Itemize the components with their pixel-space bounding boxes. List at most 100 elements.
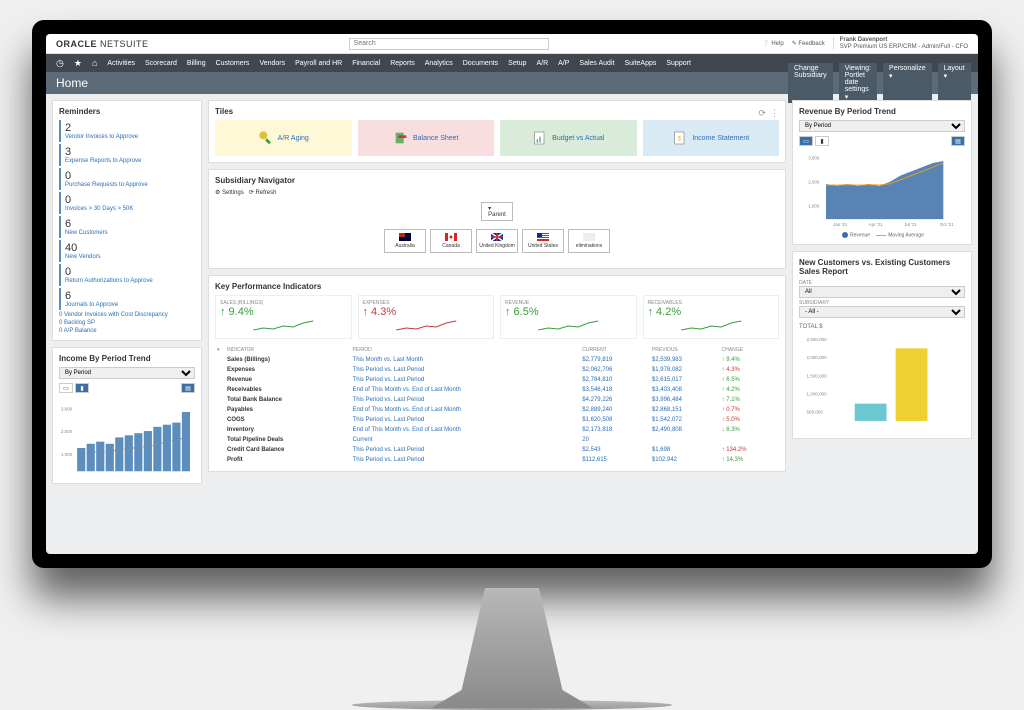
chart-legend-toggle[interactable]: ▤ bbox=[951, 136, 965, 146]
chart-type-bar[interactable]: ▮ bbox=[815, 136, 829, 146]
svg-text:1,000,000: 1,000,000 bbox=[807, 392, 828, 397]
customers-sales-portlet: New Customers vs. Existing Customers Sal… bbox=[792, 251, 972, 439]
tile-ar-aging[interactable]: A/R Aging bbox=[215, 120, 352, 156]
kpi-row[interactable]: Total Bank BalanceThis Period vs. Last P… bbox=[215, 395, 779, 405]
kpi-summary-card: RECEIVABLES↑ 4.2% bbox=[643, 295, 780, 339]
reminders-portlet: Reminders 2Vendor Invoices to Approve3Ex… bbox=[52, 100, 202, 341]
svg-text:1,000: 1,000 bbox=[808, 204, 820, 209]
nav-payroll-hr[interactable]: Payroll and HR bbox=[295, 60, 342, 67]
refresh-icon[interactable]: ⟳ bbox=[758, 108, 766, 119]
subsidiary-node[interactable]: United States bbox=[522, 229, 564, 253]
svg-text:2,000,000: 2,000,000 bbox=[807, 355, 828, 360]
nav-customers[interactable]: Customers bbox=[216, 60, 250, 67]
subsidiary-node[interactable]: United Kingdom bbox=[476, 229, 518, 253]
revenue-trend-portlet: Revenue By Period Trend By Period ▭ ▮ ▤ … bbox=[792, 100, 972, 245]
kpi-row[interactable]: InventoryEnd of This Month vs. End of La… bbox=[215, 425, 779, 435]
customers-sales-title: New Customers vs. Existing Customers Sal… bbox=[799, 258, 965, 276]
tile-income-statement[interactable]: $Income Statement bbox=[643, 120, 780, 156]
reminder-link[interactable]: 0 Vendor Invoices with Cost Discrepancy bbox=[59, 312, 195, 318]
reminder-link[interactable]: 0 Backlog SP bbox=[59, 320, 195, 326]
feedback-link[interactable]: ✎ Feedback bbox=[792, 40, 825, 47]
revenue-trend-period-select[interactable]: By Period bbox=[799, 120, 965, 132]
clock-icon[interactable]: ◷ bbox=[56, 58, 64, 69]
nav-billing[interactable]: Billing bbox=[187, 60, 206, 67]
svg-text:1,000: 1,000 bbox=[61, 452, 73, 457]
income-chart-type-toggle: ▭ ▮ ▤ bbox=[59, 383, 195, 393]
nav-vendors[interactable]: Vendors bbox=[259, 60, 285, 67]
kpi-row[interactable]: ReceivablesEnd of This Month vs. End of … bbox=[215, 385, 779, 395]
nav-support[interactable]: Support bbox=[666, 60, 691, 67]
kpi-row[interactable]: PayablesEnd of This Month vs. End of Las… bbox=[215, 405, 779, 415]
nav-ap[interactable]: A/P bbox=[558, 60, 569, 67]
svg-text:Apr '21: Apr '21 bbox=[869, 222, 883, 227]
svg-text:1,500,000: 1,500,000 bbox=[807, 374, 828, 379]
menu-icon[interactable]: ⋮ bbox=[770, 108, 779, 119]
reminder-item[interactable]: 3Expense Reports to Approve bbox=[59, 144, 195, 166]
svg-text:Oct '21: Oct '21 bbox=[940, 222, 954, 227]
nav-reports[interactable]: Reports bbox=[390, 60, 415, 67]
help-link[interactable]: ❔ Help bbox=[762, 40, 783, 47]
chart-type-bar[interactable]: ▮ bbox=[75, 383, 89, 393]
reminder-item[interactable]: 2Vendor Invoices to Approve bbox=[59, 120, 195, 142]
kpi-summary-card: REVENUE↑ 6.5% bbox=[500, 295, 637, 339]
reminder-link[interactable]: 0 A/P Balance bbox=[59, 328, 195, 334]
reminder-item[interactable]: 6Journals to Approve bbox=[59, 288, 195, 310]
nav-activities[interactable]: Activities bbox=[107, 60, 135, 67]
reminder-item[interactable]: 0Return Authorizations to Approve bbox=[59, 264, 195, 286]
global-search-input[interactable] bbox=[349, 38, 549, 50]
reminder-item[interactable]: 0Purchase Requests to Approve bbox=[59, 168, 195, 190]
home-icon[interactable]: ⌂ bbox=[92, 58, 97, 68]
nav-suiteapps[interactable]: SuiteApps bbox=[624, 60, 656, 67]
svg-text:Jul '21: Jul '21 bbox=[904, 222, 917, 227]
kpi-row[interactable]: RevenueThis Period vs. Last Period$2,784… bbox=[215, 375, 779, 385]
reminder-item[interactable]: 0Invoices > 30 Days > 50K bbox=[59, 192, 195, 214]
svg-text:3,000: 3,000 bbox=[61, 407, 73, 412]
svg-text:2,000: 2,000 bbox=[61, 429, 73, 434]
nav-analytics[interactable]: Analytics bbox=[425, 60, 453, 67]
svg-text:500,000: 500,000 bbox=[807, 410, 824, 415]
revenue-trend-chart: 3,0002,0001,000 Jan '21Apr '21Jul '21Oct… bbox=[799, 148, 965, 228]
brand-logo: ORACLE NETSUITE bbox=[56, 39, 149, 49]
refresh-link[interactable]: ⟳ Refresh bbox=[249, 190, 277, 196]
svg-text:2,000: 2,000 bbox=[808, 180, 820, 185]
kpi-row[interactable]: ExpensesThis Period vs. Last Period$2,06… bbox=[215, 365, 779, 375]
tile-balance-sheet[interactable]: Balance Sheet bbox=[358, 120, 495, 156]
chart-legend-toggle[interactable]: ▤ bbox=[181, 383, 195, 393]
reminder-item[interactable]: 40New Vendors bbox=[59, 240, 195, 262]
revenue-legend: Revenue Moving Average bbox=[799, 232, 965, 238]
nav-ar[interactable]: A/R bbox=[536, 60, 548, 67]
subsidiary-filter-select[interactable]: - All - bbox=[799, 306, 965, 318]
parent-subsidiary-node[interactable]: ▾Parent bbox=[481, 202, 513, 221]
kpi-summary-card: EXPENSES↑ 4.3% bbox=[358, 295, 495, 339]
income-trend-period-select[interactable]: By Period bbox=[59, 367, 195, 379]
settings-link[interactable]: ⚙ Settings bbox=[215, 190, 244, 196]
svg-text:Jan '21: Jan '21 bbox=[833, 222, 848, 227]
star-icon[interactable]: ★ bbox=[74, 58, 82, 69]
chart-type-area[interactable]: ▭ bbox=[59, 383, 73, 393]
nav-setup[interactable]: Setup bbox=[508, 60, 526, 67]
kpi-table: ▾INDICATORPERIODCURRENTPREVIOUSCHANGE Sa… bbox=[215, 345, 779, 465]
chart-type-area[interactable]: ▭ bbox=[799, 136, 813, 146]
income-trend-portlet: Income By Period Trend By Period ▭ ▮ ▤ 3… bbox=[52, 347, 202, 484]
subsidiary-node[interactable]: Canada bbox=[430, 229, 472, 253]
kpi-summary-card: SALES (BILLINGS)↑ 9.4% bbox=[215, 295, 352, 339]
subsidiary-node[interactable]: Australia bbox=[384, 229, 426, 253]
nav-financial[interactable]: Financial bbox=[352, 60, 380, 67]
kpi-row[interactable]: COGSThis Period vs. Last Period$1,620,50… bbox=[215, 415, 779, 425]
nav-sales-audit[interactable]: Sales Audit bbox=[579, 60, 614, 67]
nav-scorecard[interactable]: Scorecard bbox=[145, 60, 177, 67]
kpi-row[interactable]: Sales (Billings)This Month vs. Last Mont… bbox=[215, 355, 779, 365]
reminder-item[interactable]: 6New Customers bbox=[59, 216, 195, 238]
income-trend-title: Income By Period Trend bbox=[59, 354, 195, 363]
kpi-row[interactable]: ProfitThis Period vs. Last Period$112,61… bbox=[215, 455, 779, 465]
page-title: Home bbox=[56, 76, 88, 90]
tiles-title: Tiles bbox=[215, 107, 233, 116]
tile-budget-vs-actual[interactable]: Budget vs Actual bbox=[500, 120, 637, 156]
user-menu[interactable]: Frank Davenport SVP Premium US ERP/CRM -… bbox=[833, 37, 968, 50]
subsidiary-node[interactable]: eliminations bbox=[568, 229, 610, 253]
nav-documents[interactable]: Documents bbox=[463, 60, 498, 67]
kpi-row[interactable]: Credit Card BalanceThis Period vs. Last … bbox=[215, 445, 779, 455]
reminders-title: Reminders bbox=[59, 107, 195, 116]
date-filter-select[interactable]: All bbox=[799, 286, 965, 298]
kpi-row[interactable]: Total Pipeline DealsCurrent20 bbox=[215, 435, 779, 445]
